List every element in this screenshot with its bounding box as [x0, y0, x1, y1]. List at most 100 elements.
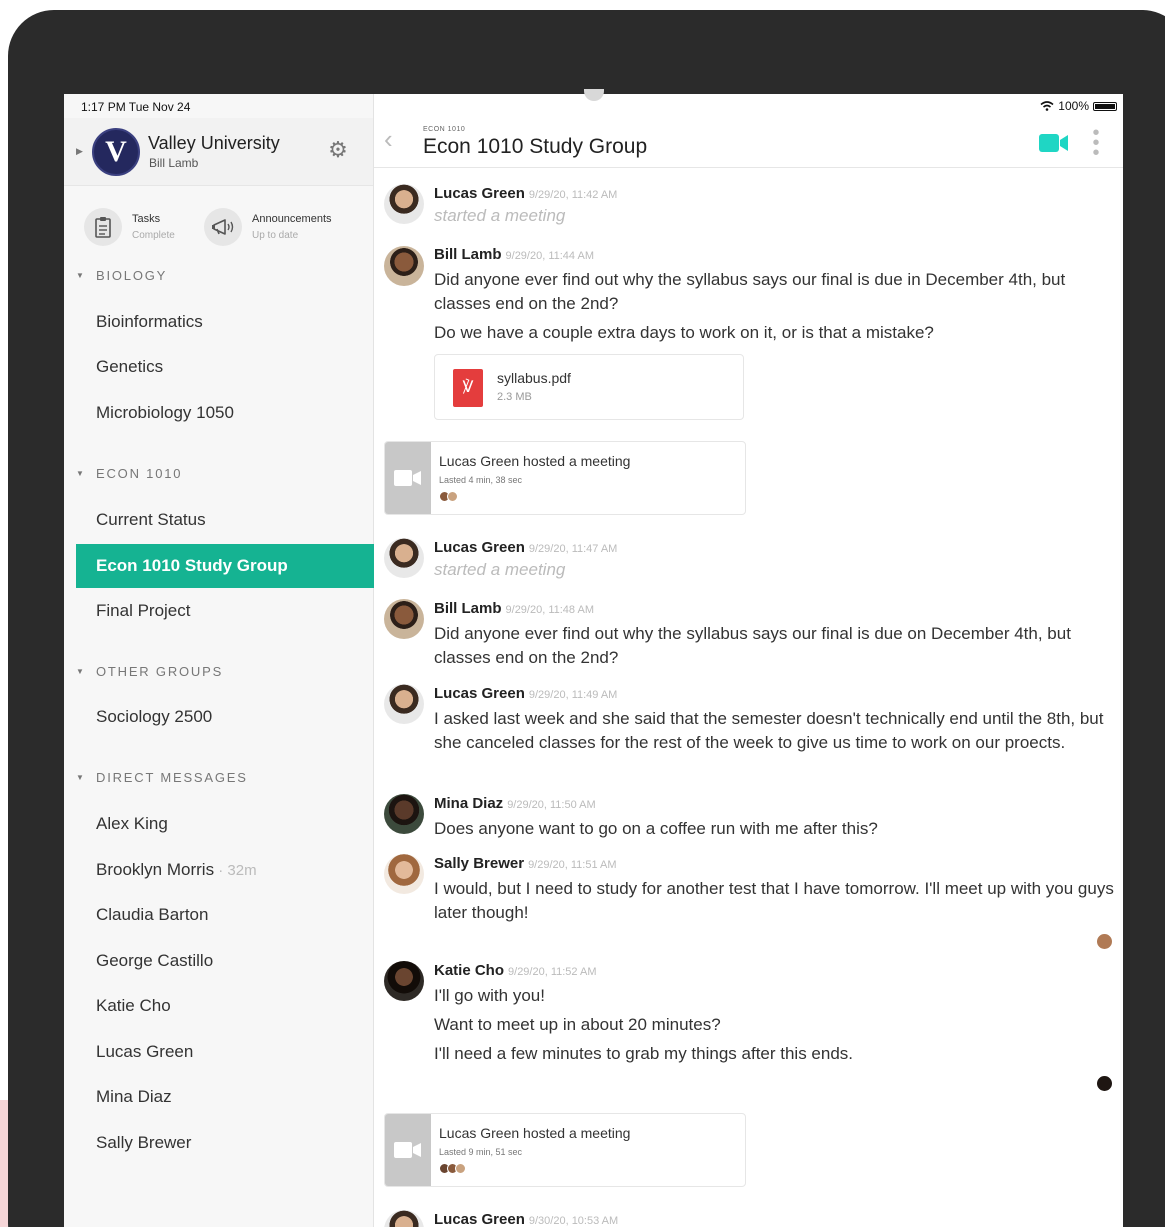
- channel-final-project[interactable]: Final Project: [76, 589, 374, 633]
- sender-name[interactable]: Mina Diaz: [434, 795, 503, 812]
- announcements-label: Announcements: [252, 213, 332, 225]
- avatar[interactable]: [384, 538, 424, 578]
- avatar[interactable]: [384, 961, 424, 1001]
- section-econ-1010[interactable]: ▼ ECON 1010: [64, 454, 373, 494]
- timestamp: 9/29/20, 11:48 AM: [505, 604, 594, 616]
- message-text: I would, but I need to study for another…: [434, 879, 1114, 922]
- sender-name[interactable]: Lucas Green: [434, 539, 525, 556]
- avatar[interactable]: [384, 246, 424, 286]
- page-title: Econ 1010 Study Group: [423, 135, 648, 158]
- org-header[interactable]: ▶ V Valley University Bill Lamb ⚙: [64, 118, 373, 186]
- participant-avatars: [439, 1163, 466, 1174]
- participant-avatars: [439, 491, 458, 502]
- avatar[interactable]: [384, 599, 424, 639]
- message-text: Want to meet up in about 20 minutes?: [434, 1015, 721, 1034]
- back-chevron-icon[interactable]: ‹: [384, 124, 393, 155]
- channel-genetics[interactable]: Genetics: [76, 345, 374, 389]
- message-text: I'll need a few minutes to grab my thing…: [434, 1044, 854, 1063]
- gear-icon[interactable]: ⚙: [326, 138, 350, 162]
- section-biology[interactable]: ▼ BIOLOGY: [64, 256, 373, 296]
- megaphone-icon: [204, 208, 242, 246]
- timestamp: 9/29/20, 11:51 AM: [528, 859, 617, 871]
- message: Mina Diaz 9/29/20, 11:50 AM Does anyone w…: [434, 795, 1114, 841]
- org-name: Valley University: [148, 133, 280, 153]
- message: Lucas Green 9/29/20, 11:49 AM I asked las…: [434, 685, 1114, 755]
- meeting-title: Lucas Green hosted a meeting: [439, 1125, 631, 1141]
- section-other-groups[interactable]: ▼ OTHER GROUPS: [64, 652, 373, 692]
- meeting-card[interactable]: Lucas Green hosted a meeting Lasted 4 mi…: [384, 441, 746, 515]
- channel-sociology-2500[interactable]: Sociology 2500: [76, 695, 374, 739]
- status-time: 1:17 PM Tue Nov 24: [81, 100, 191, 114]
- dm-katie-cho[interactable]: Katie Cho: [76, 984, 374, 1028]
- message: Lucas Green 9/29/20, 11:42 AM started a m…: [434, 185, 1114, 229]
- video-camera-icon: [385, 1114, 431, 1186]
- read-receipt-avatar: [1097, 934, 1112, 949]
- battery-percent: 100%: [1058, 99, 1089, 113]
- section-direct-messages[interactable]: ▼ DIRECT MESSAGES: [64, 758, 373, 798]
- file-attachment[interactable]: ℣ syllabus.pdf 2.3 MB: [434, 354, 744, 420]
- message-text: Do we have a couple extra days to work o…: [434, 323, 934, 342]
- avatar[interactable]: [384, 794, 424, 834]
- sender-name[interactable]: Sally Brewer: [434, 855, 524, 872]
- collapse-icon: ▼: [76, 469, 84, 478]
- dm-last-active: · 32m: [214, 862, 257, 879]
- collapse-icon: ▼: [76, 667, 84, 676]
- section-label: OTHER GROUPS: [96, 664, 224, 679]
- dm-alex-king[interactable]: Alex King: [76, 802, 374, 846]
- avatar[interactable]: [384, 1210, 424, 1227]
- sender-name[interactable]: Bill Lamb: [434, 600, 502, 617]
- timestamp: 9/29/20, 11:44 AM: [505, 250, 594, 262]
- sender-name[interactable]: Lucas Green: [434, 185, 525, 202]
- dm-brooklyn-morris[interactable]: Brooklyn Morris · 32m: [76, 848, 374, 892]
- video-camera-icon[interactable]: [1039, 133, 1069, 153]
- message-text: I asked last week and she said that the …: [434, 709, 1104, 752]
- timestamp: 9/29/20, 11:47 AM: [528, 543, 618, 555]
- timestamp: 9/29/20, 11:50 AM: [507, 799, 596, 811]
- message: Lucas Green 9/29/20, 11:47 AM started a m…: [434, 539, 1114, 583]
- section-label: DIRECT MESSAGES: [96, 770, 248, 785]
- avatar[interactable]: [384, 184, 424, 224]
- more-options-icon[interactable]: • • •: [1092, 123, 1100, 163]
- file-name: syllabus.pdf: [497, 370, 571, 386]
- sender-name[interactable]: Lucas Green: [434, 1211, 525, 1227]
- status-indicators: 100%: [1040, 99, 1117, 113]
- dm-sally-brewer[interactable]: Sally Brewer: [76, 1121, 374, 1165]
- dm-lucas-green[interactable]: Lucas Green: [76, 1030, 374, 1074]
- message: Katie Cho 9/29/20, 11:52 AM I'll go with …: [434, 962, 1114, 1066]
- message: Lucas Green 9/30/20, 10:53 AM: [434, 1211, 1114, 1227]
- timestamp: 9/29/20, 11:49 AM: [528, 689, 618, 701]
- meeting-card[interactable]: Lucas Green hosted a meeting Lasted 9 mi…: [384, 1113, 746, 1187]
- expand-icon[interactable]: ▶: [76, 146, 83, 157]
- announcements-shortcut[interactable]: Announcements Up to date: [204, 208, 332, 246]
- message: Bill Lamb 9/29/20, 11:44 AM Did anyone ev…: [434, 246, 1114, 345]
- dm-claudia-barton[interactable]: Claudia Barton: [76, 893, 374, 937]
- dm-mina-diaz[interactable]: Mina Diaz: [76, 1075, 374, 1119]
- sender-name[interactable]: Katie Cho: [434, 962, 504, 979]
- collapse-icon: ▼: [76, 773, 84, 782]
- read-receipt-avatar: [1097, 1076, 1112, 1091]
- message-text: Did anyone ever find out why the syllabu…: [434, 624, 1071, 667]
- message-text: Did anyone ever find out why the syllabu…: [434, 270, 1066, 313]
- meeting-duration: Lasted 4 min, 38 sec: [439, 475, 523, 485]
- channel-econ-1010-study-group[interactable]: Econ 1010 Study Group: [76, 544, 374, 588]
- timestamp: 9/29/20, 11:42 AM: [528, 189, 618, 201]
- file-size: 2.3 MB: [497, 391, 532, 403]
- breadcrumb: ECON 1010: [423, 126, 466, 133]
- channel-bioinformatics[interactable]: Bioinformatics: [76, 300, 374, 344]
- system-text: started a meeting: [434, 206, 566, 225]
- dm-george-castillo[interactable]: George Castillo: [76, 939, 374, 983]
- chat-pane: ‹ ECON 1010 Econ 1010 Study Group • • • Lu…: [374, 94, 1123, 1227]
- chat-header: ‹ ECON 1010 Econ 1010 Study Group • • •: [374, 118, 1123, 168]
- background-accent: [0, 1100, 8, 1227]
- channel-current-status[interactable]: Current Status: [76, 498, 374, 542]
- tasks-status: Complete: [132, 230, 175, 241]
- org-logo-letter: V: [105, 135, 127, 168]
- avatar[interactable]: [384, 854, 424, 894]
- participant-avatar: [455, 1163, 466, 1174]
- avatar[interactable]: [384, 684, 424, 724]
- tasks-shortcut[interactable]: Tasks Complete: [84, 208, 175, 246]
- sender-name[interactable]: Bill Lamb: [434, 246, 502, 263]
- sender-name[interactable]: Lucas Green: [434, 685, 525, 702]
- video-camera-icon: [385, 442, 431, 514]
- channel-microbiology-1050[interactable]: Microbiology 1050: [76, 391, 374, 435]
